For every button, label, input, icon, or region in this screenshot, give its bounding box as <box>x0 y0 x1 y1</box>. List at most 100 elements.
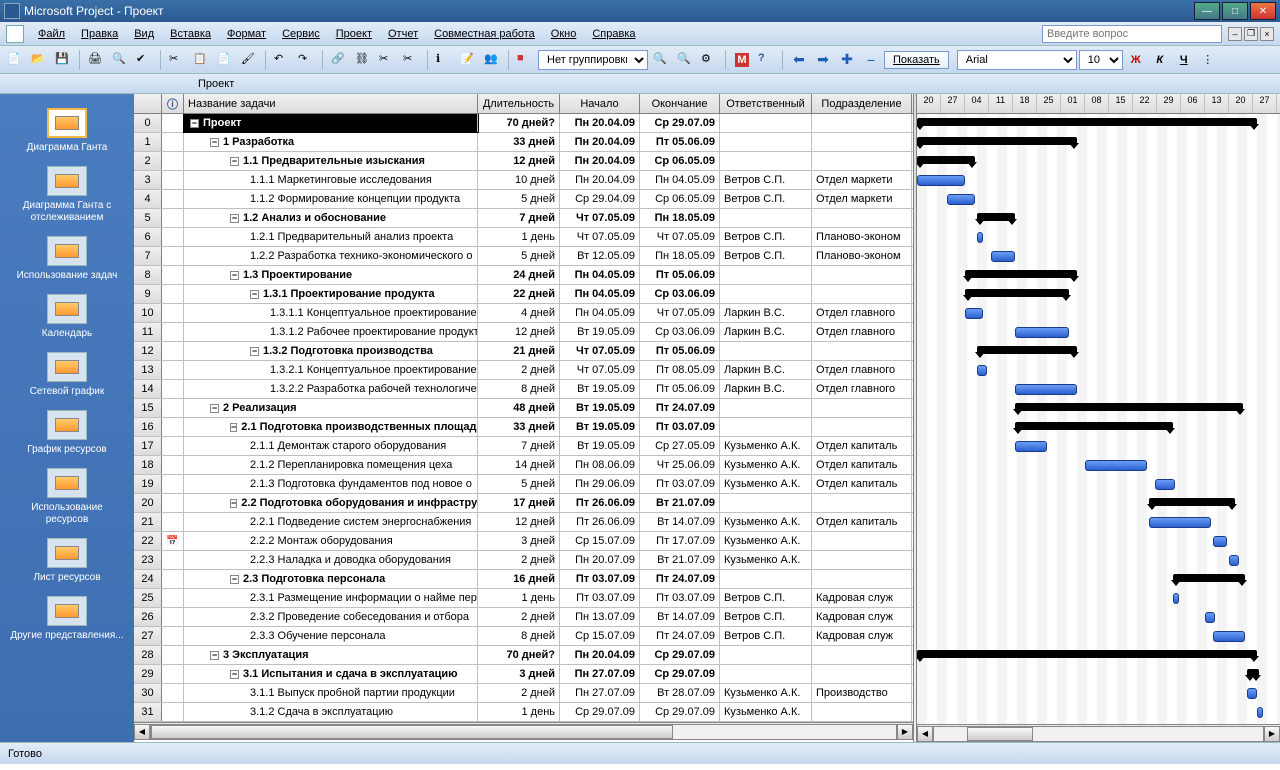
cell-name[interactable]: −2 Реализация <box>184 399 478 417</box>
menu-файл[interactable]: Файл <box>30 26 73 42</box>
menu-формат[interactable]: Формат <box>219 26 274 42</box>
cell-info[interactable] <box>162 494 184 512</box>
table-row[interactable]: 192.1.3 Подготовка фундаментов под новое… <box>134 475 913 494</box>
cell-department[interactable] <box>812 399 912 417</box>
cell-start[interactable]: Пн 20.04.09 <box>560 171 640 189</box>
cell-duration[interactable]: 2 дней <box>478 551 560 569</box>
nav-back-button[interactable]: ⬅ <box>788 49 810 71</box>
gantt-scroll-left-button[interactable]: ◀ <box>917 726 933 742</box>
gantt-task-bar[interactable] <box>1015 327 1069 338</box>
minimize-button[interactable]: — <box>1194 2 1220 20</box>
cell-end[interactable]: Вт 21.07.09 <box>640 551 720 569</box>
cell-responsible[interactable] <box>720 152 812 170</box>
cell-responsible[interactable]: Ларкин В.С. <box>720 304 812 322</box>
cell-department[interactable] <box>812 418 912 436</box>
table-row[interactable]: 29−3.1 Испытания и сдача в эксплуатацию3… <box>134 665 913 684</box>
redo-button[interactable]: ↷ <box>295 49 317 71</box>
cell-start[interactable]: Пт 26.06.09 <box>560 494 640 512</box>
cell-duration[interactable]: 5 дней <box>478 247 560 265</box>
cell-info[interactable]: 📅 <box>162 532 184 550</box>
cell-info[interactable] <box>162 266 184 284</box>
table-row[interactable]: 31.1.1 Маркетинговые исследования10 дней… <box>134 171 913 190</box>
menu-отчет[interactable]: Отчет <box>380 26 426 42</box>
row-number[interactable]: 2 <box>134 152 162 170</box>
cell-name[interactable]: −2.3 Подготовка персонала <box>184 570 478 588</box>
cell-info[interactable] <box>162 342 184 360</box>
cell-duration[interactable]: 12 дней <box>478 513 560 531</box>
copy-button[interactable]: 📋 <box>190 49 212 71</box>
cell-end[interactable]: Пт 08.05.09 <box>640 361 720 379</box>
underline-button[interactable]: Ч <box>1173 49 1195 71</box>
header-department[interactable]: Подразделение <box>812 94 912 113</box>
cell-responsible[interactable]: Ветров С.П. <box>720 228 812 246</box>
cell-department[interactable] <box>812 494 912 512</box>
header-name[interactable]: Название задачи <box>184 94 478 113</box>
gantt-summary-bar[interactable] <box>917 156 975 164</box>
new-button[interactable]: 📄 <box>4 49 26 71</box>
gantt-task-bar[interactable] <box>1229 555 1239 566</box>
cell-name[interactable]: 1.1.1 Маркетинговые исследования <box>184 171 478 189</box>
row-number[interactable]: 20 <box>134 494 162 512</box>
table-row[interactable]: 8−1.3 Проектирование24 днейПн 04.05.09Пт… <box>134 266 913 285</box>
bold-button[interactable]: Ж <box>1125 49 1147 71</box>
cell-end[interactable]: Пт 24.07.09 <box>640 627 720 645</box>
cell-info[interactable] <box>162 323 184 341</box>
cell-end[interactable]: Пт 05.06.09 <box>640 342 720 360</box>
outline-toggle[interactable]: − <box>190 119 199 128</box>
cell-responsible[interactable] <box>720 494 812 512</box>
cell-duration[interactable]: 5 дней <box>478 190 560 208</box>
cell-name[interactable]: 1.3.2.2 Разработка рабочей технологиче <box>184 380 478 398</box>
cell-end[interactable]: Ср 27.05.09 <box>640 437 720 455</box>
cell-info[interactable] <box>162 361 184 379</box>
cell-department[interactable] <box>812 152 912 170</box>
cell-responsible[interactable]: Кузьменко А.К. <box>720 475 812 493</box>
gantt-scroll-right-button[interactable]: ▶ <box>1264 726 1280 742</box>
gantt-summary-bar[interactable] <box>965 270 1077 278</box>
cell-start[interactable]: Пн 27.07.09 <box>560 665 640 683</box>
cell-duration[interactable]: 2 дней <box>478 361 560 379</box>
cell-department[interactable]: Отдел маркети <box>812 171 912 189</box>
cell-department[interactable]: Отдел главного <box>812 323 912 341</box>
gantt-timescale[interactable]: 202704111825010815222906132027 <box>917 94 1280 114</box>
table-row[interactable]: 20 −2.2 Подготовка оборудования и инфраст… <box>134 494 913 513</box>
cell-end[interactable]: Вт 14.07.09 <box>640 608 720 626</box>
outline-toggle[interactable]: − <box>230 157 239 166</box>
gantt-task-bar[interactable] <box>1015 384 1077 395</box>
cell-department[interactable]: Кадровая служ <box>812 589 912 607</box>
row-number[interactable]: 21 <box>134 513 162 531</box>
cell-info[interactable] <box>162 399 184 417</box>
cell-duration[interactable]: 33 дней <box>478 418 560 436</box>
gantt-task-bar[interactable] <box>1247 688 1257 699</box>
gantt-task-bar[interactable] <box>991 251 1015 262</box>
cell-name[interactable]: −3.1 Испытания и сдача в эксплуатацию <box>184 665 478 683</box>
outline-toggle[interactable]: − <box>230 575 239 584</box>
outline-toggle[interactable]: − <box>210 651 219 660</box>
table-row[interactable]: 24−2.3 Подготовка персонала16 днейПт 03.… <box>134 570 913 589</box>
cell-name[interactable]: 1.2.1 Предварительный анализ проекта <box>184 228 478 246</box>
cell-responsible[interactable]: Ларкин В.С. <box>720 380 812 398</box>
table-hscroll[interactable]: ◀ ▶ <box>134 722 913 740</box>
cell-duration[interactable]: 14 дней <box>478 456 560 474</box>
cell-duration[interactable]: 24 дней <box>478 266 560 284</box>
row-number[interactable]: 18 <box>134 456 162 474</box>
cell-name[interactable]: −2.2 Подготовка оборудования и инфрастру <box>184 494 478 512</box>
show-outline-button[interactable]: Показать <box>884 51 949 69</box>
cell-duration[interactable]: 5 дней <box>478 475 560 493</box>
task-info-button[interactable]: ℹ <box>433 49 455 71</box>
cell-start[interactable]: Пт 03.07.09 <box>560 570 640 588</box>
cell-responsible[interactable]: Ветров С.П. <box>720 627 812 645</box>
gantt-task-bar[interactable] <box>1257 707 1263 718</box>
cell-responsible[interactable] <box>720 646 812 664</box>
cell-department[interactable]: Отдел капиталь <box>812 456 912 474</box>
cell-responsible[interactable] <box>720 266 812 284</box>
table-row[interactable]: 252.3.1 Размещение информации о найме пе… <box>134 589 913 608</box>
row-number[interactable]: 10 <box>134 304 162 322</box>
ms-office-button[interactable]: M <box>731 49 753 71</box>
cell-responsible[interactable]: Кузьменко А.К. <box>720 551 812 569</box>
task-notes-button[interactable]: 📝 <box>457 49 479 71</box>
cell-responsible[interactable]: Кузьменко А.К. <box>720 684 812 702</box>
cell-info[interactable] <box>162 247 184 265</box>
table-row[interactable]: 15−2 Реализация48 днейВт 19.05.09Пт 24.0… <box>134 399 913 418</box>
table-row[interactable]: 22📅2.2.2 Монтаж оборудования3 днейСр 15.… <box>134 532 913 551</box>
outline-toggle[interactable]: − <box>230 271 239 280</box>
